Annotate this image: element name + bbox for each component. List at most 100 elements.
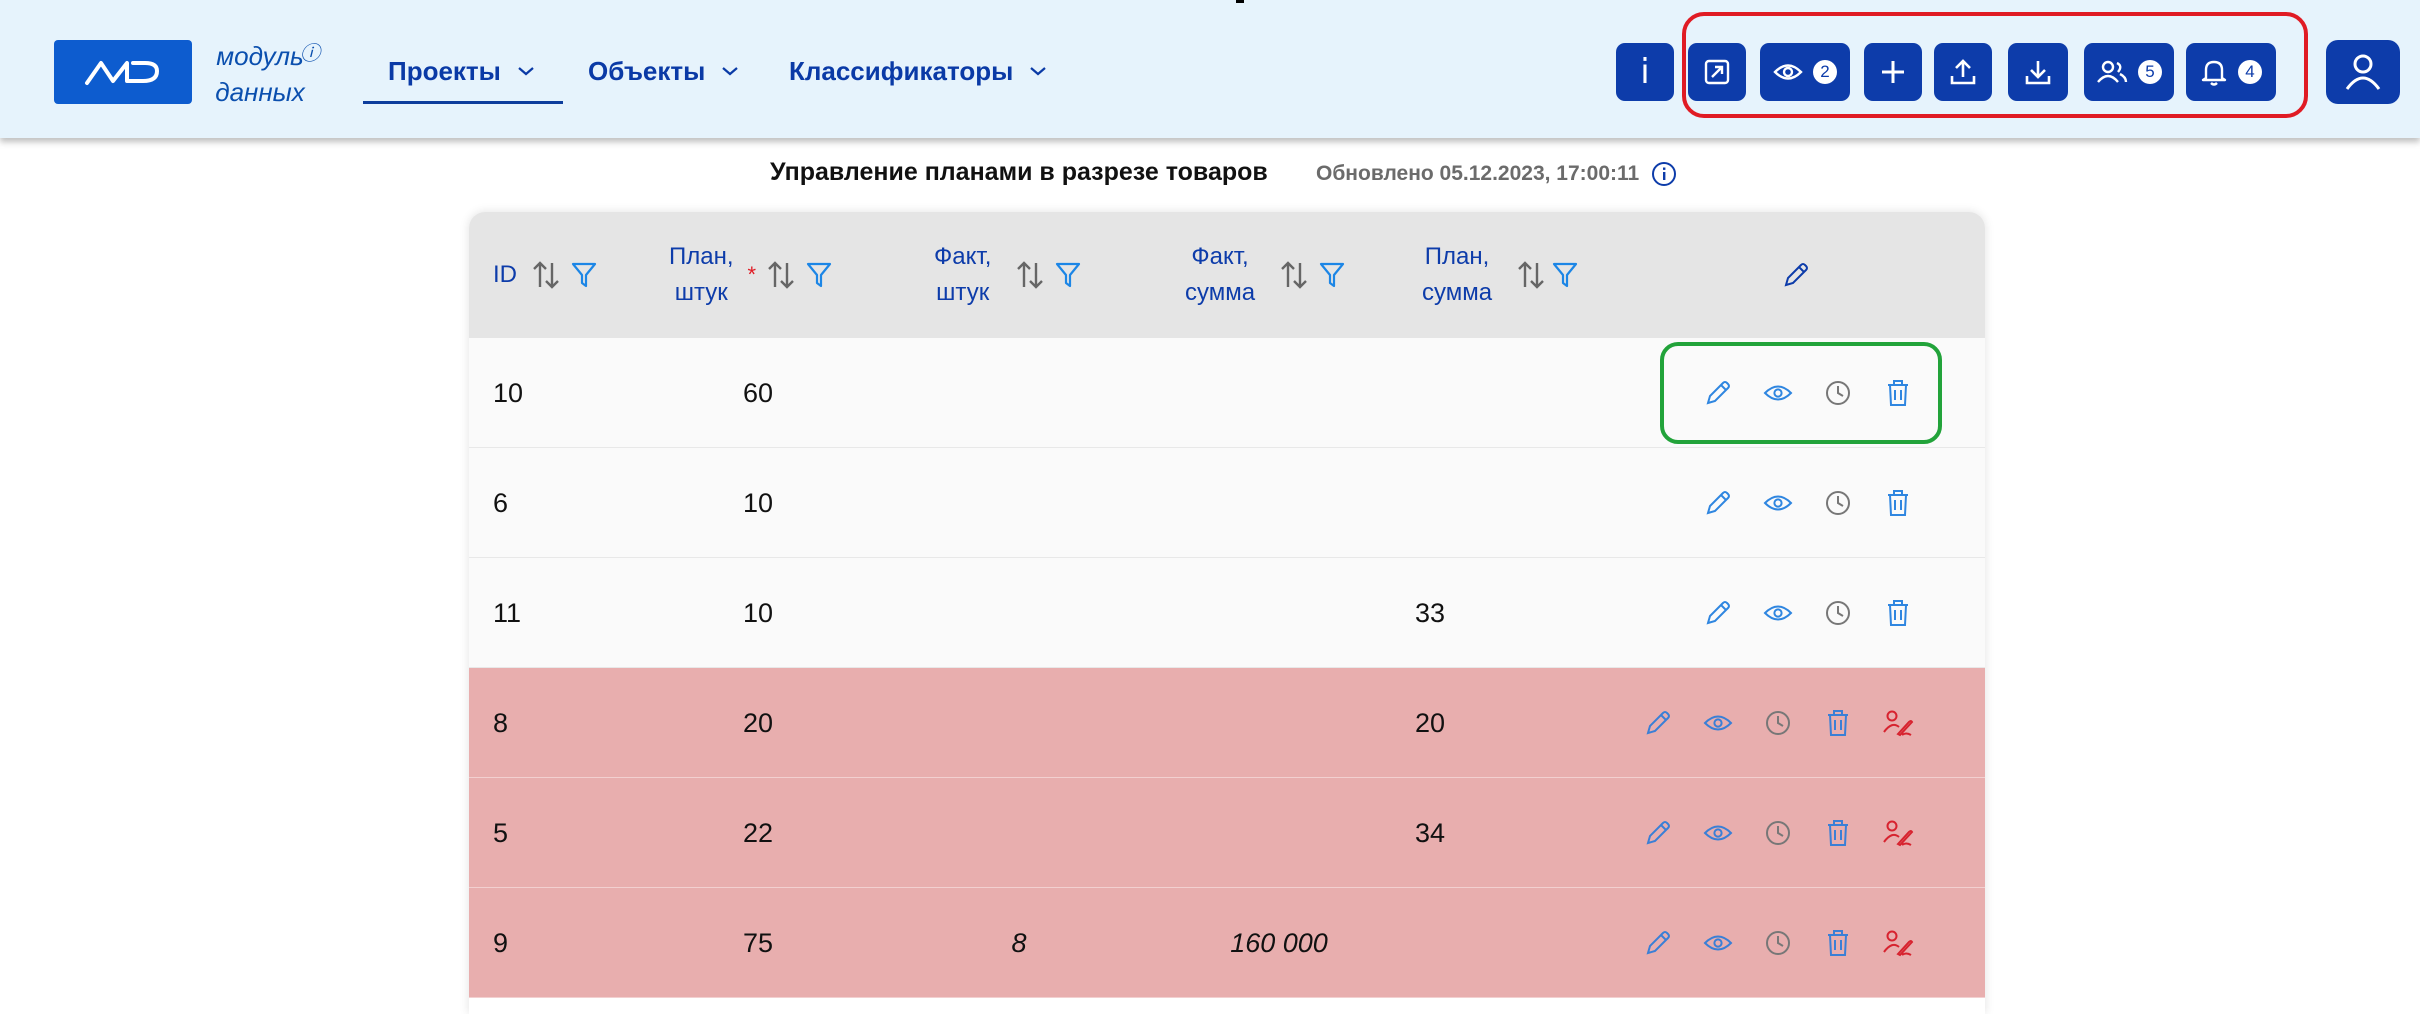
view-button[interactable] bbox=[1688, 703, 1748, 743]
pencil-icon[interactable] bbox=[1781, 260, 1811, 290]
nav-projects[interactable]: Проекты bbox=[388, 48, 535, 94]
view-button[interactable] bbox=[1688, 813, 1748, 853]
sort-icon[interactable] bbox=[766, 259, 796, 291]
cell-plan-qty: 22 bbox=[743, 817, 774, 848]
table-row[interactable]: 9 75 8 160 000 bbox=[469, 888, 1985, 998]
trash-icon bbox=[1888, 600, 1908, 626]
filter-icon[interactable] bbox=[806, 261, 832, 289]
table-row[interactable]: 5 22 34 bbox=[469, 778, 1985, 888]
filter-icon[interactable] bbox=[1055, 261, 1081, 289]
table-row[interactable]: 6 10 bbox=[469, 448, 1985, 558]
pencil-icon bbox=[1646, 821, 1670, 845]
edit-button[interactable] bbox=[1688, 483, 1748, 523]
cell-id: 6 bbox=[493, 487, 509, 518]
nav-projects-label: Проекты bbox=[388, 55, 501, 86]
edit-button[interactable] bbox=[1628, 923, 1688, 963]
toolbar-highlight-frame bbox=[1682, 12, 2308, 118]
history-button[interactable] bbox=[1748, 813, 1808, 853]
delete-button[interactable] bbox=[1868, 593, 1928, 633]
eye-icon bbox=[1703, 935, 1733, 951]
history-button[interactable] bbox=[1808, 483, 1868, 523]
delete-button[interactable] bbox=[1808, 813, 1868, 853]
logo-label-line1: модуль bbox=[216, 41, 304, 71]
view-button[interactable] bbox=[1748, 483, 1808, 523]
trash-icon bbox=[1888, 490, 1908, 516]
logo-label-line2: данных bbox=[215, 77, 305, 107]
delete-button[interactable] bbox=[1808, 923, 1868, 963]
filter-icon[interactable] bbox=[571, 261, 597, 289]
history-button[interactable] bbox=[1748, 703, 1808, 743]
chevron-down-icon bbox=[722, 67, 739, 76]
info-button[interactable]: i bbox=[1616, 43, 1674, 101]
sign-icon bbox=[1883, 710, 1914, 737]
pencil-icon bbox=[1646, 931, 1670, 955]
table-row[interactable]: 11 10 33 bbox=[469, 558, 1985, 668]
sign-button[interactable] bbox=[1868, 813, 1928, 853]
column-header-id: ID bbox=[493, 212, 597, 338]
column-header-plan-sum: План, сумма bbox=[1422, 212, 1578, 338]
sign-button[interactable] bbox=[1868, 703, 1928, 743]
cell-fact-qty bbox=[939, 338, 1099, 448]
row-actions bbox=[1688, 558, 1928, 668]
clock-icon bbox=[1766, 711, 1790, 735]
info-button-label: i bbox=[1640, 52, 1650, 92]
cell-fact-qty bbox=[939, 558, 1099, 668]
column-header-fact-sum: Факт, сумма bbox=[1185, 212, 1345, 338]
column-id-label: ID bbox=[493, 261, 517, 288]
eye-icon bbox=[1763, 495, 1793, 511]
sort-icon[interactable] bbox=[531, 259, 561, 291]
nav-classifiers[interactable]: Классификаторы bbox=[789, 48, 1047, 94]
cell-plan-qty: 10 bbox=[743, 597, 774, 628]
eye-icon bbox=[1703, 715, 1733, 731]
eye-icon bbox=[1703, 825, 1733, 841]
table-header: ID План, штук * Факт, штук Факт, сумма П… bbox=[469, 212, 1985, 338]
cell-plan-sum bbox=[1415, 888, 1535, 998]
sort-icon[interactable] bbox=[1516, 259, 1546, 291]
info-circle-icon[interactable] bbox=[1651, 161, 1677, 187]
cell-plan-sum bbox=[1415, 448, 1535, 558]
updated-status: Обновлено 05.12.2023, 17:00:11 bbox=[1316, 161, 1677, 187]
cell-id: 10 bbox=[493, 377, 524, 408]
cell-plan-qty: 20 bbox=[743, 707, 774, 738]
top-edge-marker bbox=[1236, 0, 1244, 3]
logo-icon bbox=[85, 61, 159, 85]
column-plan-qty-label: План, штук bbox=[669, 243, 734, 306]
sign-icon bbox=[1883, 820, 1914, 847]
table-row[interactable]: 8 20 20 bbox=[469, 668, 1985, 778]
cell-fact-sum bbox=[1169, 778, 1389, 888]
sign-button[interactable] bbox=[1868, 923, 1928, 963]
clock-icon bbox=[1826, 491, 1850, 515]
cell-plan-sum: 20 bbox=[1415, 707, 1446, 738]
history-button[interactable] bbox=[1748, 923, 1808, 963]
sort-icon[interactable] bbox=[1279, 259, 1309, 291]
logo[interactable] bbox=[54, 40, 192, 104]
user-profile-button[interactable] bbox=[2326, 40, 2400, 104]
cell-fact-sum bbox=[1169, 558, 1389, 668]
edit-button[interactable] bbox=[1628, 813, 1688, 853]
edit-button[interactable] bbox=[1688, 593, 1748, 633]
app-header: модуль данных ⓘ Проекты Объекты Классифи… bbox=[0, 0, 2420, 138]
history-button[interactable] bbox=[1808, 593, 1868, 633]
cell-fact-sum bbox=[1169, 668, 1389, 778]
cell-plan-qty: 10 bbox=[743, 487, 774, 518]
delete-button[interactable] bbox=[1868, 483, 1928, 523]
delete-button[interactable] bbox=[1808, 703, 1868, 743]
sort-icon[interactable] bbox=[1015, 259, 1045, 291]
view-button[interactable] bbox=[1688, 923, 1748, 963]
column-plan-sum-label: План, сумма bbox=[1422, 243, 1493, 306]
edit-button[interactable] bbox=[1628, 703, 1688, 743]
trash-icon bbox=[1828, 820, 1848, 846]
clock-icon bbox=[1766, 821, 1790, 845]
logo-label: модуль данных ⓘ bbox=[210, 38, 320, 110]
row-actions bbox=[1628, 888, 1928, 998]
cell-plan-sum: 33 bbox=[1415, 597, 1446, 628]
pencil-icon bbox=[1646, 711, 1670, 735]
filter-icon[interactable] bbox=[1552, 261, 1578, 289]
clock-icon bbox=[1826, 601, 1850, 625]
pencil-icon bbox=[1706, 491, 1730, 515]
nav-objects[interactable]: Объекты bbox=[588, 48, 739, 94]
view-button[interactable] bbox=[1748, 593, 1808, 633]
filter-icon[interactable] bbox=[1319, 261, 1345, 289]
logo-info-icon[interactable]: ⓘ bbox=[300, 36, 320, 72]
column-fact-sum-label: Факт, сумма bbox=[1185, 243, 1256, 306]
